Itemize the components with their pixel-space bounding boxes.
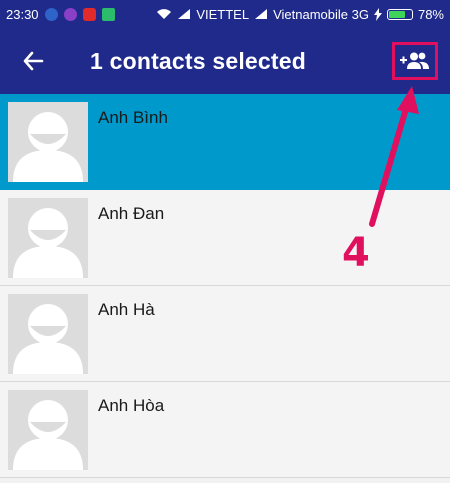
annotation-step-number: 4 (342, 230, 370, 276)
annotation-arrow (369, 86, 419, 227)
